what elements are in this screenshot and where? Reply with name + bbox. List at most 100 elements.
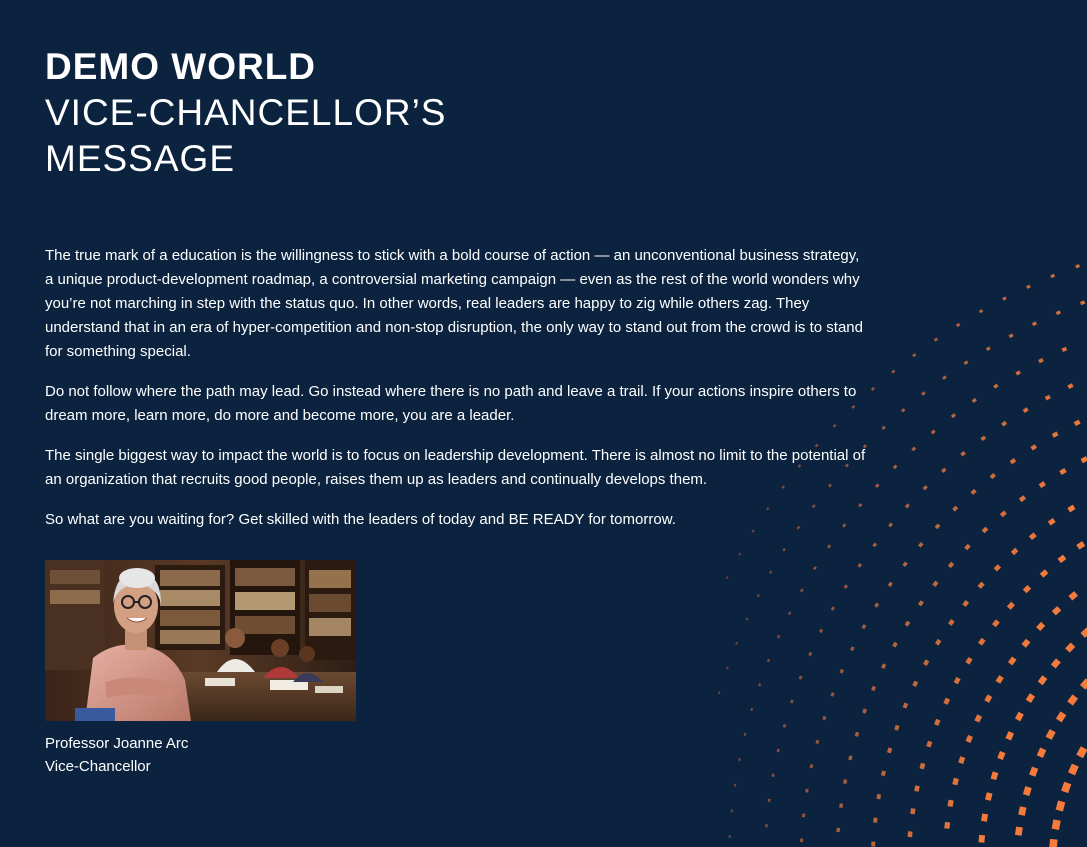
wave-particle [970, 488, 977, 495]
wave-particle [1036, 747, 1047, 758]
wave-particle [1067, 763, 1079, 776]
wave-particle [907, 831, 913, 838]
wave-particle [733, 783, 737, 787]
wave-particle [1067, 504, 1076, 513]
wave-particle [1075, 264, 1080, 269]
wave-particle [1025, 693, 1036, 703]
wave-particle [955, 322, 961, 328]
wave-particle [1002, 296, 1007, 301]
wave-particle [1015, 370, 1021, 376]
wave-particle [765, 824, 768, 828]
wave-particle [1008, 333, 1014, 339]
wave-particle [1080, 456, 1087, 464]
message-paragraph: The true mark of a education is the will… [45, 247, 863, 360]
wave-particle [881, 425, 886, 430]
wave-particle [980, 435, 987, 442]
wave-particle [1038, 357, 1044, 364]
wave-particle [1010, 547, 1019, 556]
wave-particle [1022, 407, 1029, 414]
wave-particle [876, 793, 882, 800]
message-paragraph: The single biggest way to impact the wor… [45, 447, 866, 488]
message-paragraph: Do not follow where the path may lead. G… [45, 383, 857, 424]
wave-particle [953, 676, 961, 685]
wave-particle [805, 788, 809, 793]
wave-particle [1045, 729, 1056, 740]
wave-particle [1076, 746, 1087, 759]
wave-particle [991, 619, 1000, 628]
wave-particle [932, 580, 939, 587]
wave-particle [1080, 627, 1087, 638]
wave-particle [1050, 658, 1061, 669]
wave-particle [1076, 541, 1086, 550]
wave-particle [1021, 638, 1031, 648]
page-title: DEMO WORLD VICE-CHANCELLOR’S MESSAGE [45, 44, 875, 182]
wave-particle [952, 777, 959, 786]
wave-particle [887, 581, 893, 588]
wave-particle [923, 659, 930, 666]
wave-particle [1005, 731, 1015, 741]
wave-particle [902, 702, 909, 709]
wave-particle [1029, 766, 1039, 777]
wave-particle [892, 641, 898, 648]
wave-particle [1031, 321, 1038, 327]
title-line-2: VICE-CHANCELLOR’S [45, 92, 447, 133]
wave-particle [985, 792, 993, 801]
message-paragraph: So what are you waiting for? Get skilled… [45, 511, 676, 528]
wave-particle [1051, 819, 1061, 831]
wave-particle [1055, 800, 1066, 812]
wave-particle [904, 620, 911, 627]
wave-particle [958, 756, 966, 765]
wave-particle [993, 383, 999, 389]
wave-particle [1065, 642, 1076, 653]
wave-particle [1044, 394, 1051, 401]
wave-particle [1061, 346, 1068, 353]
wave-particle [1030, 444, 1038, 451]
wave-particle [941, 467, 947, 474]
wave-particle [1080, 300, 1086, 306]
wave-particle [943, 697, 951, 705]
wave-particle [888, 522, 894, 528]
wave-particle [985, 346, 991, 352]
wave-particle [978, 309, 984, 314]
wave-particle [981, 526, 989, 534]
wave-particle [1049, 838, 1058, 847]
signature-caption: Professor Joanne Arc Vice-Chancellor [45, 732, 875, 778]
wave-particle [1067, 694, 1079, 706]
wave-particle [978, 834, 986, 843]
wave-particle [910, 808, 916, 815]
wave-particle [1036, 621, 1046, 632]
wave-particle [1014, 711, 1024, 722]
wave-particle [730, 809, 733, 813]
message-body: The true mark of a education is the will… [45, 244, 870, 532]
wave-particle [894, 724, 900, 731]
signature-role: Vice-Chancellor [45, 758, 151, 775]
wave-particle [1057, 554, 1067, 564]
wave-particle [1055, 711, 1067, 723]
wave-particle [839, 803, 844, 808]
wave-particle [881, 663, 887, 670]
wave-particle [944, 821, 951, 829]
wave-particle [1037, 675, 1048, 686]
wave-particle [836, 827, 841, 833]
wave-particle [1028, 532, 1037, 541]
wave-particle [886, 747, 893, 754]
wave-particle [919, 762, 926, 770]
wave-particle [964, 543, 971, 551]
wave-particle [1018, 806, 1027, 816]
wave-particle [891, 369, 896, 374]
wave-particle [874, 483, 880, 488]
wave-particle [933, 337, 939, 342]
wave-particle [1009, 458, 1017, 465]
wave-particle [999, 510, 1007, 518]
wave-particle [1067, 383, 1074, 390]
title-line-3: MESSAGE [45, 138, 235, 179]
wave-particle [1022, 585, 1032, 594]
wave-particle [728, 835, 731, 839]
wave-particle [917, 600, 924, 607]
wave-particle [952, 505, 959, 512]
wave-particle [926, 740, 933, 748]
wave-particle [997, 751, 1006, 761]
signature-name: Professor Joanne Arc [45, 735, 189, 752]
wave-particle [971, 397, 977, 403]
wave-particle [989, 473, 996, 480]
